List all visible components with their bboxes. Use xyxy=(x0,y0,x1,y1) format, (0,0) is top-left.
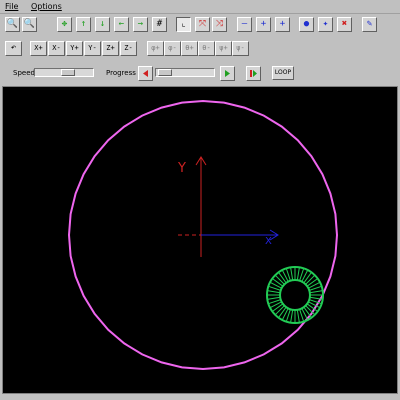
disk-spoke xyxy=(278,306,287,318)
disk-spoke xyxy=(272,303,284,312)
draw-button[interactable]: ✎ xyxy=(362,17,377,32)
arrow-right-icon: → xyxy=(137,19,144,29)
grid-button[interactable]: # xyxy=(152,17,167,32)
star-icon: ✦ xyxy=(322,19,329,29)
disk-spoke xyxy=(278,272,287,284)
play-forward-button[interactable] xyxy=(220,66,235,81)
disk-spoke xyxy=(306,278,318,287)
point-button[interactable]: ● xyxy=(299,17,314,32)
3d-viewport[interactable]: Y X xyxy=(2,86,398,394)
grid-icon: # xyxy=(156,19,163,29)
y-plus-button[interactable]: Y+ xyxy=(66,41,83,56)
options-menu[interactable]: Options xyxy=(26,0,67,13)
line-icon: — xyxy=(241,19,248,29)
step-button[interactable] xyxy=(246,66,261,81)
psi-minus-button[interactable]: ψ- xyxy=(232,41,249,56)
magnifier-minus-icon: 🔍 xyxy=(23,19,36,29)
pen-icon: ✎ xyxy=(366,19,373,29)
disk-spoke xyxy=(305,274,316,285)
pan-all-button[interactable]: ✥ xyxy=(57,17,72,32)
fit-button[interactable]: ⤧ xyxy=(195,17,210,32)
cross-icon: + xyxy=(279,19,286,29)
pan-right-button[interactable]: → xyxy=(133,17,148,32)
speed-slider[interactable] xyxy=(34,68,94,77)
move-icon: ✥ xyxy=(61,19,68,29)
file-menu[interactable]: File xyxy=(0,0,23,13)
theta-plus-button[interactable]: θ+ xyxy=(181,41,198,56)
pan-left-button[interactable]: ← xyxy=(114,17,129,32)
z-minus-button[interactable]: Z- xyxy=(120,41,137,56)
rotating-disk xyxy=(266,266,324,324)
cross-icon: + xyxy=(260,19,267,29)
magnifier-plus-icon: 🔍 xyxy=(6,19,19,29)
loop-button[interactable]: LOOP xyxy=(272,66,294,80)
theta-minus-button[interactable]: θ- xyxy=(198,41,215,56)
points-button[interactable]: ✦ xyxy=(318,17,333,32)
disk-spoke xyxy=(296,309,300,323)
zoom-in-button[interactable]: 🔍 xyxy=(5,17,20,32)
undo-button[interactable]: ↶ xyxy=(5,41,22,56)
menubar: File Options xyxy=(0,0,400,14)
phi-minus-button[interactable]: φ- xyxy=(164,41,181,56)
disk-inner-ring xyxy=(279,279,311,311)
arrow-down-icon: ↓ xyxy=(99,19,106,29)
play-backward-icon xyxy=(143,70,148,77)
disk-spoke xyxy=(303,306,312,318)
disk-spoke xyxy=(267,296,281,300)
transform-toolbar: ↶ X+ X- Y+ Y- Z+ Z-φ+ φ-θ+ θ-ψ+ ψ- xyxy=(0,38,400,60)
x-axis-label: X xyxy=(265,236,272,247)
disk-spoke xyxy=(290,267,294,281)
rotate-icon: ⤨ xyxy=(215,19,224,29)
view-toolbar: 🔍 🔍 ✥ ↑ ↓ ← → # ⌞ ⤧ ⤨ — + + ● ✦ ✖ ✎ xyxy=(0,14,400,36)
progress-slider-thumb[interactable] xyxy=(158,69,172,76)
undo-icon: ↶ xyxy=(10,43,17,53)
animation-controls: Speed Progress LOOP xyxy=(0,62,400,84)
speed-label: Speed xyxy=(13,69,35,77)
view-y-button[interactable]: + xyxy=(256,17,271,32)
psi-plus-button[interactable]: ψ+ xyxy=(215,41,232,56)
disk-spoke xyxy=(296,267,300,281)
step-icon xyxy=(250,70,257,77)
x-minus-button[interactable]: X- xyxy=(48,41,65,56)
scene-canvas: Y X xyxy=(67,99,339,371)
progress-label: Progress xyxy=(106,69,136,77)
view-z-button[interactable]: + xyxy=(275,17,290,32)
progress-slider[interactable] xyxy=(155,68,215,77)
arrow-left-icon: ← xyxy=(118,19,125,29)
zoom-out-button[interactable]: 🔍 xyxy=(22,17,37,32)
disk-spoke xyxy=(290,309,294,323)
disk-spoke xyxy=(267,290,281,294)
arrow-up-icon: ↑ xyxy=(80,19,87,29)
y-axis-label: Y xyxy=(177,161,186,176)
view-x-button[interactable]: — xyxy=(237,17,252,32)
pan-up-button[interactable]: ↑ xyxy=(76,17,91,32)
phi-plus-button[interactable]: φ+ xyxy=(147,41,164,56)
play-forward-icon xyxy=(225,70,230,77)
z-plus-button[interactable]: Z+ xyxy=(102,41,119,56)
disk-spoke xyxy=(274,274,285,285)
axes-button[interactable]: ⌞ xyxy=(176,17,191,32)
disk-spoke xyxy=(309,290,323,294)
disk-spoke xyxy=(274,305,285,316)
play-backward-button[interactable] xyxy=(138,66,153,81)
dot-icon: ● xyxy=(303,19,310,29)
disk-spoke xyxy=(303,272,312,284)
speed-slider-thumb[interactable] xyxy=(61,69,75,76)
x-plus-button[interactable]: X+ xyxy=(30,41,47,56)
disk-spoke xyxy=(272,278,284,287)
y-minus-button[interactable]: Y- xyxy=(84,41,101,56)
x-icon: ✖ xyxy=(341,19,348,29)
pan-down-button[interactable]: ↓ xyxy=(95,17,110,32)
fit-icon: ⤧ xyxy=(198,19,207,29)
cross-button[interactable]: ✖ xyxy=(337,17,352,32)
axes-icon: ⌞ xyxy=(180,19,187,29)
rotate-button[interactable]: ⤨ xyxy=(212,17,227,32)
status-bar xyxy=(0,394,400,400)
